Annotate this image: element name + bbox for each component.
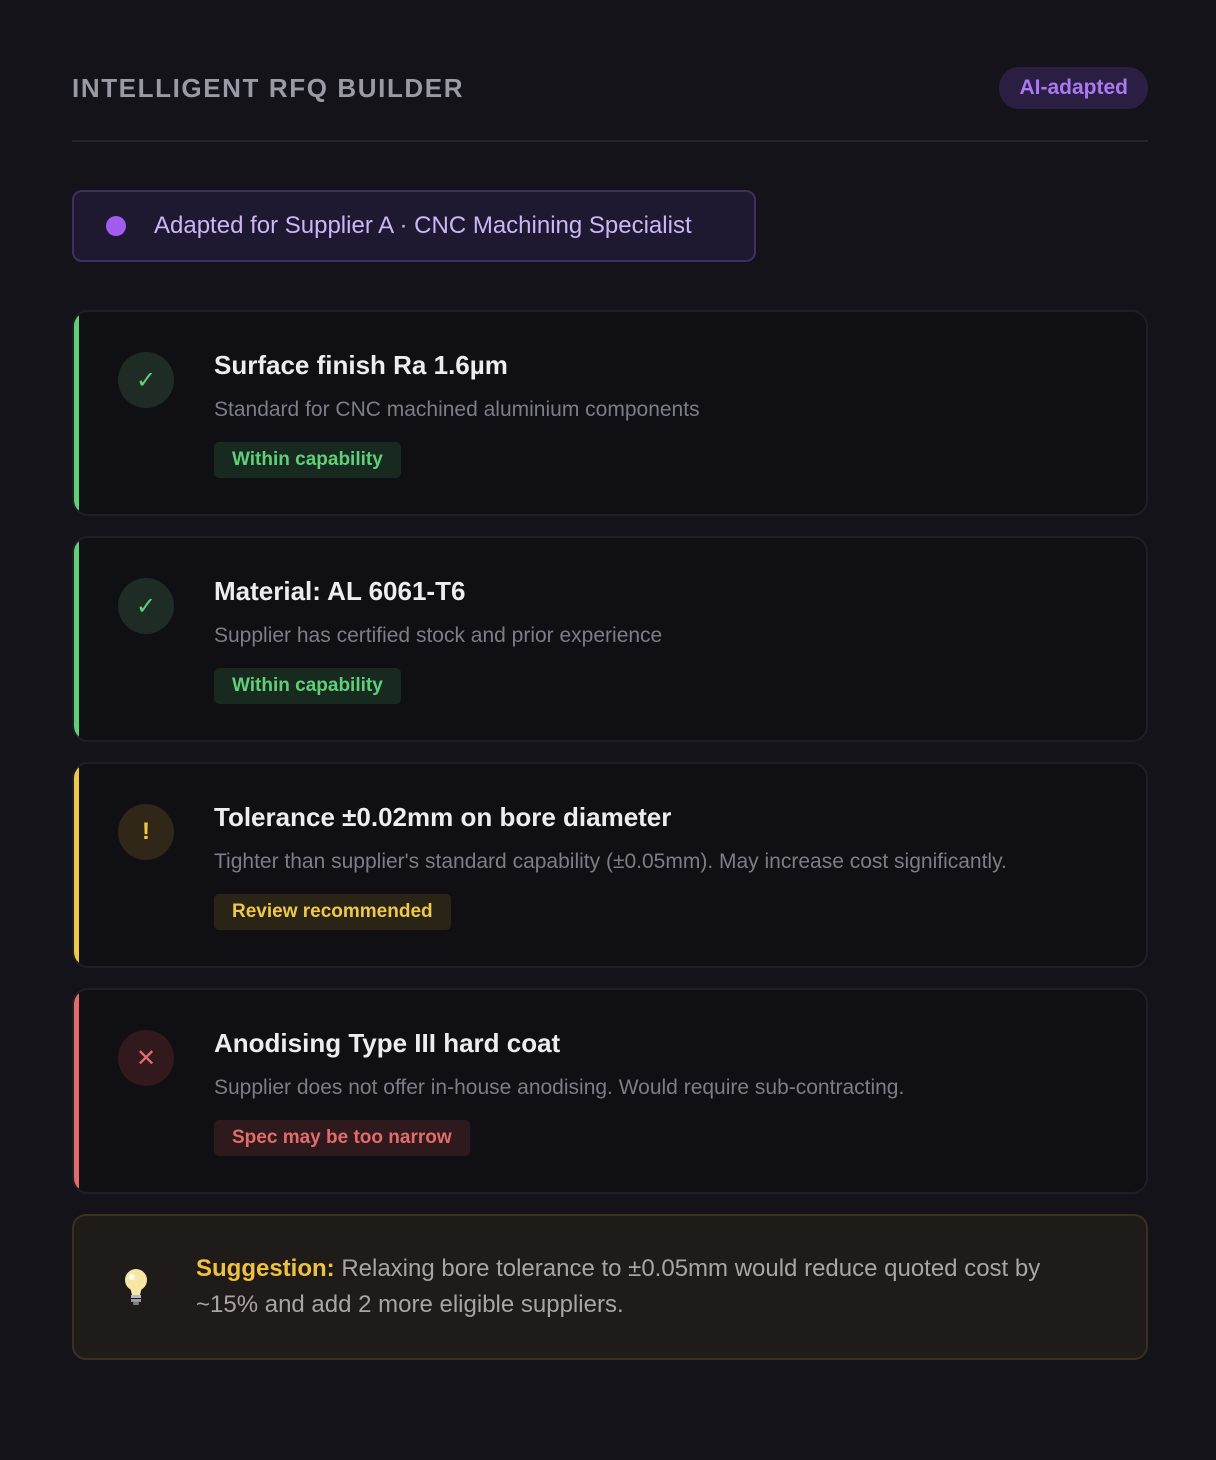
spec-description: Tighter than supplier's standard capabil… xyxy=(214,850,1007,873)
ai-adapted-badge: AI-adapted xyxy=(999,67,1148,109)
adapted-banner-text: Adapted for Supplier A · CNC Machining S… xyxy=(154,212,692,239)
spec-body: Surface finish Ra 1.6µm Standard for CNC… xyxy=(214,350,1106,478)
spec-list: ✓ Surface finish Ra 1.6µm Standard for C… xyxy=(72,310,1148,1194)
suggestion-box: Suggestion: Relaxing bore tolerance to ±… xyxy=(72,1214,1148,1360)
spec-status-tag: Review recommended xyxy=(214,894,451,930)
status-dot-icon xyxy=(106,216,126,236)
cross-icon: ✕ xyxy=(118,1030,174,1086)
check-icon: ✓ xyxy=(118,578,174,634)
suggestion-text: Suggestion: Relaxing bore tolerance to ±… xyxy=(196,1251,1096,1323)
check-icon: ✓ xyxy=(118,352,174,408)
spec-title: Surface finish Ra 1.6µm xyxy=(214,350,508,380)
spec-body: Material: AL 6061-T6 Supplier has certif… xyxy=(214,576,1106,704)
exclamation-icon: ! xyxy=(118,804,174,860)
spec-card-surface-finish[interactable]: ✓ Surface finish Ra 1.6µm Standard for C… xyxy=(72,310,1148,516)
spec-description: Supplier has certified stock and prior e… xyxy=(214,624,663,647)
spec-accent-bar xyxy=(74,990,79,1192)
adapted-banner: Adapted for Supplier A · CNC Machining S… xyxy=(72,190,756,262)
rfq-builder-page: INTELLIGENT RFQ BUILDER AI-adapted Adapt… xyxy=(0,0,1216,1460)
spec-status-tag: Within capability xyxy=(214,668,401,704)
spec-title: Anodising Type III hard coat xyxy=(214,1028,561,1058)
suggestion-label: Suggestion: xyxy=(196,1255,335,1282)
spec-description: Supplier does not offer in-house anodisi… xyxy=(214,1076,905,1099)
lightbulb-icon xyxy=(125,1269,147,1305)
spec-card-tolerance[interactable]: ! Tolerance ±0.02mm on bore diameter Tig… xyxy=(72,762,1148,968)
spec-description: Standard for CNC machined aluminium comp… xyxy=(214,398,700,421)
spec-accent-bar xyxy=(74,312,79,514)
spec-body: Anodising Type III hard coat Supplier do… xyxy=(214,1028,1106,1156)
page-title: INTELLIGENT RFQ BUILDER xyxy=(72,72,465,103)
spec-card-anodising[interactable]: ✕ Anodising Type III hard coat Supplier … xyxy=(72,988,1148,1194)
spec-body: Tolerance ±0.02mm on bore diameter Tight… xyxy=(214,802,1106,930)
spec-accent-bar xyxy=(74,764,79,966)
spec-status-tag: Spec may be too narrow xyxy=(214,1120,470,1156)
spec-card-material[interactable]: ✓ Material: AL 6061-T6 Supplier has cert… xyxy=(72,536,1148,742)
spec-title: Tolerance ±0.02mm on bore diameter xyxy=(214,802,672,832)
spec-title: Material: AL 6061-T6 xyxy=(214,576,466,606)
spec-status-tag: Within capability xyxy=(214,442,401,478)
spec-accent-bar xyxy=(74,538,79,740)
header: INTELLIGENT RFQ BUILDER AI-adapted xyxy=(72,0,1148,142)
